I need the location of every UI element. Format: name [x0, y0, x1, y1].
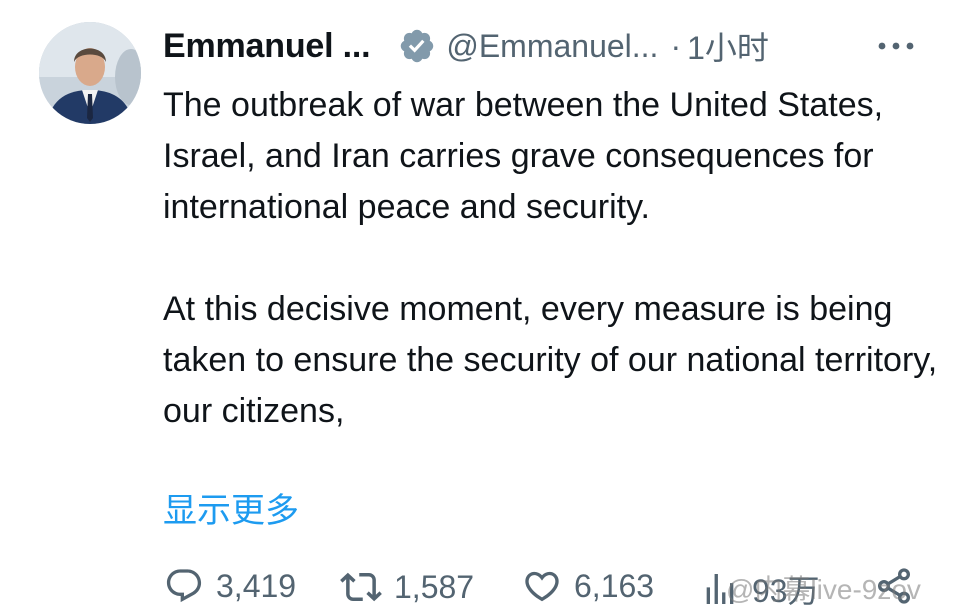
repost-count: 1,587 [394, 568, 475, 605]
show-more-link[interactable]: 显示更多 [163, 486, 299, 537]
tweet-paragraph: At this decisive moment, every measure i… [163, 290, 938, 430]
tweet-paragraph: The outbreak of war between the United S… [163, 86, 884, 226]
reply-icon [164, 566, 204, 606]
like-button[interactable]: 6,163 [522, 566, 654, 606]
more-icon[interactable] [876, 32, 916, 60]
author-handle[interactable]: @Emmanuel... [446, 28, 658, 65]
avatar[interactable] [39, 22, 141, 124]
repost-icon [340, 566, 382, 608]
repost-button[interactable]: 1,587 [340, 566, 474, 608]
reply-count: 3,419 [216, 567, 297, 604]
watermark: @内幕live-9zov [726, 574, 921, 605]
author-display-name[interactable]: Emmanuel ... [163, 27, 371, 66]
like-count: 6,163 [574, 567, 655, 604]
verified-badge-icon [398, 27, 436, 65]
tweet-time[interactable]: 1小时 [687, 23, 769, 69]
like-icon [522, 566, 562, 606]
tweet-header: Emmanuel ... @Emmanuel... · 1小时 [163, 20, 769, 72]
tweet-text: The outbreak of war between the United S… [163, 80, 943, 437]
separator-dot: · [670, 27, 682, 64]
reply-button[interactable]: 3,419 [164, 566, 296, 606]
tweet: Emmanuel ... @Emmanuel... · 1小时 The outb… [0, 0, 960, 608]
